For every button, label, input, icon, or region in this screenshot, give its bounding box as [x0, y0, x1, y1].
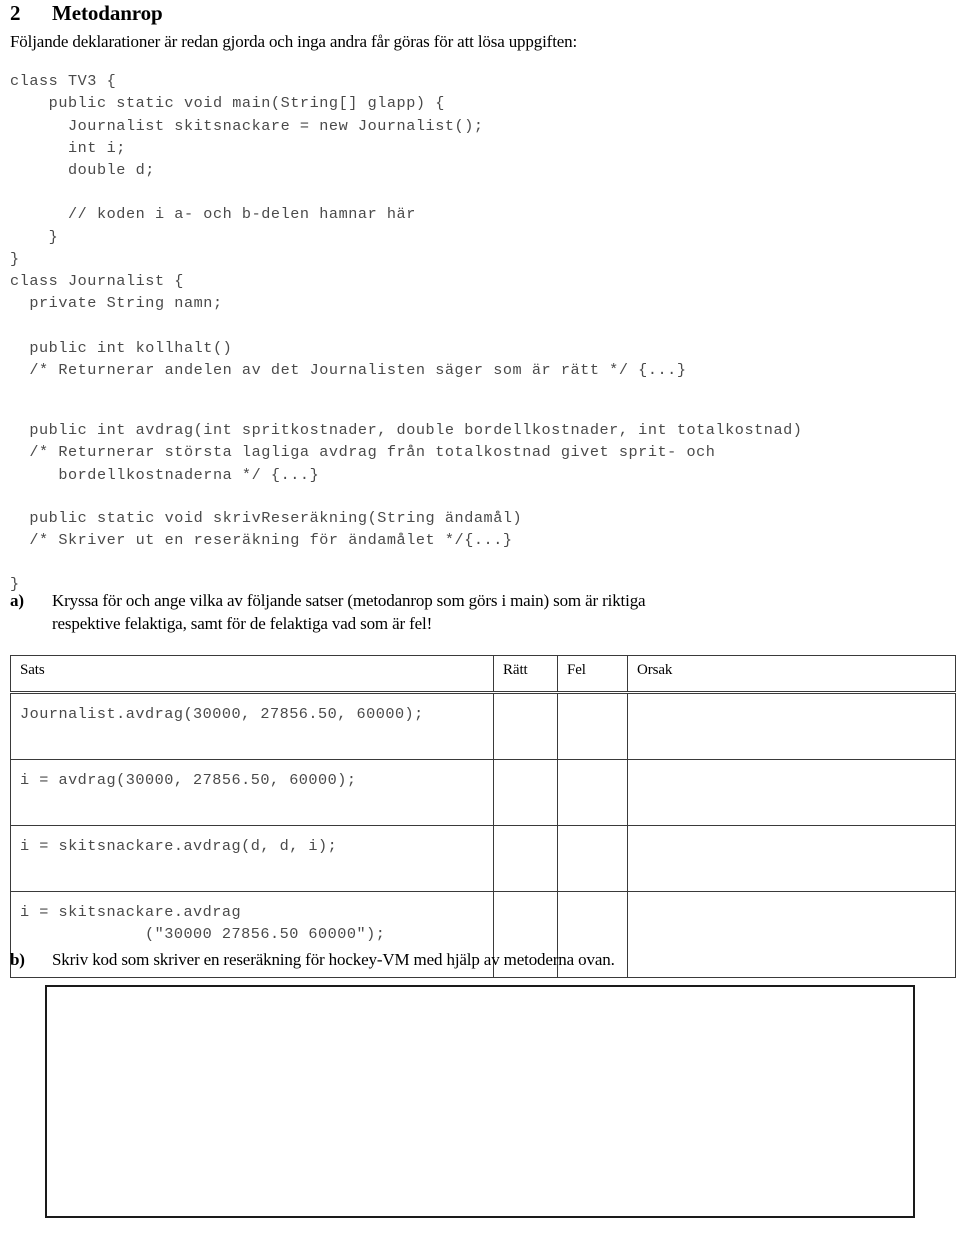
section-title: Metodanrop [52, 1, 163, 25]
question-part-a: a) Kryssa för och ange vilka av följande… [10, 589, 950, 635]
table-header-row: Sats Rätt Fel Orsak [10, 655, 956, 694]
cell-orsak-input[interactable] [627, 759, 956, 826]
exam-page: 2 Metodanrop Följande deklarationer är r… [0, 0, 960, 1240]
code-block-avdrag-method: public int avdrag(int spritkostnader, do… [29, 421, 803, 484]
column-header-fel: Fel [557, 655, 628, 694]
part-a-line-1: Kryssa för och ange vilka av följande sa… [52, 591, 646, 610]
part-a-line-2: respektive felaktiga, samt för de felakt… [52, 614, 433, 633]
part-b-label: b) [10, 950, 25, 969]
column-header-orsak: Orsak [627, 655, 956, 694]
intro-paragraph: Följande deklarationer är redan gjorda o… [10, 32, 578, 51]
cell-fel-checkbox[interactable] [557, 692, 628, 760]
table-row: i = avdrag(30000, 27856.50, 60000); [10, 759, 956, 826]
table-row: i = skitsnackare.avdrag(d, d, i); [10, 825, 956, 892]
cell-sats: Journalist.avdrag(30000, 27856.50, 60000… [10, 692, 494, 760]
statements-table: Sats Rätt Fel Orsak Journalist.avdrag(30… [10, 655, 956, 978]
page-title: 2 Metodanrop [10, 0, 950, 26]
part-a-text: Kryssa för och ange vilka av följande sa… [52, 589, 950, 635]
part-a-label: a) [10, 591, 24, 610]
cell-fel-checkbox[interactable] [557, 759, 628, 826]
cell-ratt-checkbox[interactable] [493, 759, 558, 826]
code-block-skrivreserakning-method: public static void skrivReseräkning(Stri… [29, 509, 523, 550]
cell-ratt-checkbox[interactable] [493, 692, 558, 760]
column-header-ratt: Rätt [493, 655, 558, 694]
cell-orsak-input[interactable] [627, 692, 956, 760]
cell-sats: i = avdrag(30000, 27856.50, 60000); [10, 759, 494, 826]
cell-fel-checkbox[interactable] [557, 825, 628, 892]
table-row: Journalist.avdrag(30000, 27856.50, 60000… [10, 692, 956, 760]
code-block-journalist-class: class Journalist { private String namn; … [10, 272, 687, 379]
part-b-line-1: Skriv kod som skriver en reseräkning för… [52, 950, 615, 969]
cell-orsak-input[interactable] [627, 825, 956, 892]
part-b-text: Skriv kod som skriver en reseräkning för… [52, 948, 950, 971]
cell-sats: i = skitsnackare.avdrag(d, d, i); [10, 825, 494, 892]
answer-box-part-b[interactable] [45, 985, 915, 1218]
code-block-main: class TV3 { public static void main(Stri… [10, 72, 484, 268]
question-part-b: b) Skriv kod som skriver en reseräkning … [10, 948, 950, 971]
column-header-sats: Sats [10, 655, 494, 694]
section-number: 2 [10, 1, 21, 25]
cell-ratt-checkbox[interactable] [493, 825, 558, 892]
